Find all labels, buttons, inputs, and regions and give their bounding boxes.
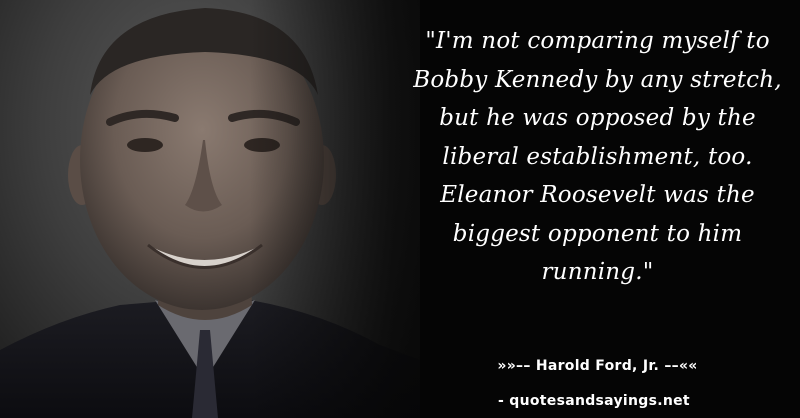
quote-text: "I'm not comparing myself to Bobby Kenne… <box>413 28 782 285</box>
quote-card: "I'm not comparing myself to Bobby Kenne… <box>0 0 800 418</box>
site-credit: - quotesandsayings.net <box>498 393 690 409</box>
author-attribution: »»–– Harold Ford, Jr. ––«« <box>497 358 698 374</box>
